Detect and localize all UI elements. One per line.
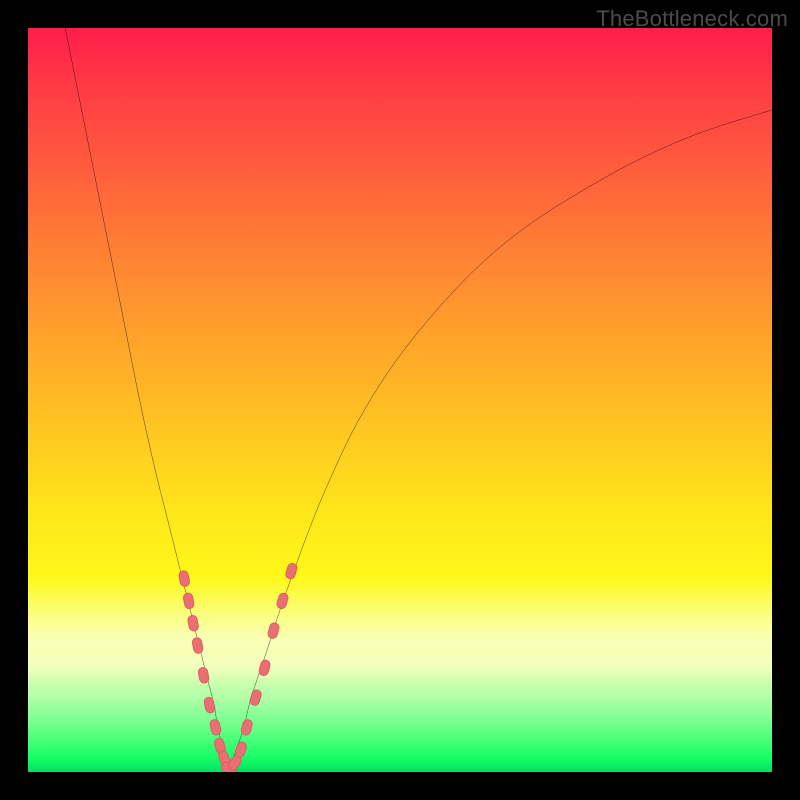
data-marker — [187, 615, 199, 632]
data-marker — [240, 719, 253, 737]
plot-area — [28, 28, 772, 772]
data-marker — [197, 667, 209, 684]
curve-left-branch — [65, 28, 229, 772]
data-marker — [234, 741, 248, 759]
data-marker — [178, 570, 190, 587]
curve-layer — [28, 28, 772, 772]
data-marker — [203, 696, 216, 713]
curve-right-branch — [229, 110, 772, 772]
watermark-text: TheBottleneck.com — [596, 6, 788, 32]
data-marker — [276, 592, 289, 610]
data-marker — [183, 592, 195, 609]
data-marker — [209, 719, 222, 736]
data-marker — [285, 562, 298, 580]
outer-frame: TheBottleneck.com — [0, 0, 800, 800]
data-marker — [267, 622, 280, 639]
data-marker — [192, 637, 204, 654]
data-marker — [258, 659, 271, 676]
data-marker — [249, 689, 262, 707]
